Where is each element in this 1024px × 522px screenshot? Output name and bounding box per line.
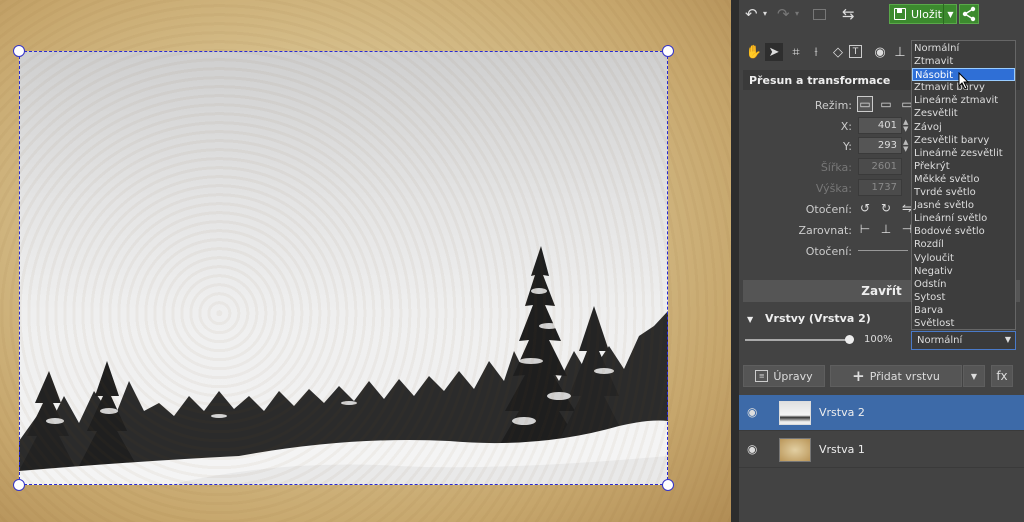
blend-menu-item[interactable]: Lineárně zesvětlit [912, 147, 1015, 160]
transform-section-title: Přesun a transformace [749, 74, 891, 87]
canvas-area[interactable] [0, 0, 731, 522]
resize-handle-bottom-right[interactable] [662, 479, 674, 491]
resize-handle-top-right[interactable] [662, 45, 674, 57]
panel-divider[interactable] [731, 0, 739, 522]
x-label: X: [840, 120, 852, 133]
blend-menu-item[interactable]: Překrýt [912, 160, 1015, 173]
image-icon[interactable] [813, 9, 826, 20]
blend-mode-value: Normální [917, 335, 963, 346]
share-button[interactable] [959, 4, 979, 24]
x-field[interactable]: 401 [858, 117, 902, 134]
selection-box[interactable] [19, 51, 668, 485]
clone-icon[interactable]: ⊥ [891, 43, 909, 61]
adjustments-button[interactable]: ≡ Úpravy [743, 365, 825, 387]
layer-name: Vrstva 2 [819, 406, 865, 419]
y-stepper-icon[interactable]: ▲ ▼ [903, 139, 908, 153]
opacity-slider[interactable] [745, 339, 853, 341]
save-dropdown-button[interactable]: ▼ [943, 4, 957, 24]
rotation-slider-label: Otočení: [805, 245, 852, 258]
fx-label: fx [996, 369, 1008, 383]
rotate-left-icon[interactable]: ↺ [857, 200, 873, 216]
flip-icon[interactable]: ⇆ [842, 7, 855, 22]
blend-menu-item[interactable]: Lineární světlo [912, 212, 1015, 225]
layer-thumbnail [779, 401, 811, 425]
redo-icon[interactable]: ↷ [777, 7, 790, 22]
eye-icon[interactable]: ◉ [871, 43, 889, 61]
opacity-value: 100% [864, 334, 893, 345]
redo-dropdown-icon[interactable]: ▾ [795, 10, 799, 18]
opacity-slider-handle[interactable] [845, 335, 854, 344]
undo-dropdown-icon[interactable]: ▾ [763, 10, 767, 18]
blend-menu-item[interactable]: Vyloučit [912, 252, 1015, 265]
add-layer-dropdown-button[interactable]: ▼ [963, 365, 985, 387]
blend-menu-item[interactable]: Světlost [912, 317, 1015, 330]
layers-title: Vrstvy (Vrstva 2) [765, 312, 871, 325]
y-label: Y: [843, 140, 852, 153]
blend-menu-item[interactable]: Tvrdé světlo [912, 186, 1015, 199]
collapse-icon: ▼ [747, 315, 754, 324]
plus-icon: + [852, 367, 865, 385]
save-icon [894, 8, 906, 20]
chevron-down-icon: ▼ [1004, 335, 1011, 344]
blend-mode-select[interactable]: Normální ▼ [911, 331, 1016, 350]
blend-menu-item[interactable]: Barva [912, 304, 1015, 317]
x-stepper-icon[interactable]: ▲ ▼ [903, 119, 908, 133]
height-field[interactable]: 1737 [858, 179, 902, 196]
layer-name: Vrstva 1 [819, 443, 865, 456]
width-field[interactable]: 2601 [858, 158, 902, 175]
blend-menu-item[interactable]: Bodové světlo [912, 225, 1015, 238]
blend-menu-item[interactable]: Lineárně ztmavit [912, 94, 1015, 107]
layer-row-vrstva-2[interactable]: ◉ Vrstva 2 [739, 395, 1024, 431]
blend-menu-item[interactable]: Zesvětlit [912, 107, 1015, 120]
save-button-label: Uložit [911, 7, 942, 21]
rotation-label: Otočení: [805, 203, 852, 216]
align-label: Zarovnat: [798, 224, 852, 237]
height-label: Výška: [815, 182, 852, 195]
blend-menu-item[interactable]: Měkké světlo [912, 173, 1015, 186]
eye-icon[interactable]: ◉ [747, 405, 761, 419]
layer-thumbnail [779, 438, 811, 462]
rotate-right-icon[interactable]: ↻ [878, 200, 894, 216]
align-center-icon[interactable]: ⊥ [878, 221, 894, 237]
blend-menu-item[interactable]: Zesvětlit barvy [912, 134, 1015, 147]
rotation-slider[interactable] [858, 250, 908, 251]
add-layer-label: Přidat vrstvu [869, 369, 940, 383]
hand-icon[interactable]: ✋ [745, 43, 763, 61]
text-icon[interactable]: T [849, 45, 862, 58]
y-field[interactable]: 293 [858, 137, 902, 154]
blend-menu-item[interactable]: Negativ [912, 265, 1015, 278]
blend-menu-item[interactable]: Ztmavit [912, 55, 1015, 68]
resize-handle-top-left[interactable] [13, 45, 25, 57]
mode-label: Režim: [814, 99, 852, 112]
crop-icon[interactable]: ⌗ [787, 43, 805, 61]
straighten-icon[interactable]: ⟊ [807, 43, 825, 61]
blend-menu-item[interactable]: Rozdíl [912, 238, 1015, 251]
perspective-icon[interactable]: ◇ [829, 43, 847, 61]
mode-option-2-icon[interactable]: ▭ [878, 96, 894, 112]
adjustments-label: Úpravy [773, 369, 813, 383]
adjustments-icon: ≡ [755, 370, 769, 382]
layers-header[interactable]: ▼ Vrstvy (Vrstva 2) [747, 312, 871, 325]
width-label: Šířka: [820, 161, 852, 174]
align-left-icon[interactable]: ⊢ [857, 221, 873, 237]
resize-handle-bottom-left[interactable] [13, 479, 25, 491]
add-layer-button[interactable]: + Přidat vrstvu [830, 365, 962, 387]
blend-menu-item[interactable]: Odstín [912, 278, 1015, 291]
undo-icon[interactable]: ↶ [745, 7, 758, 22]
mode-option-1-icon[interactable]: ▭ [857, 96, 873, 112]
layer-row-vrstva-1[interactable]: ◉ Vrstva 1 [739, 432, 1024, 468]
blend-menu-item[interactable]: Závoj [912, 121, 1015, 134]
share-icon [962, 6, 976, 22]
pointer-icon[interactable]: ➤ [765, 43, 783, 61]
blend-menu-item[interactable]: Normální [912, 42, 1015, 55]
blend-menu-item[interactable]: Jasné světlo [912, 199, 1015, 212]
close-button-label: Zavřít [861, 284, 902, 298]
eye-icon[interactable]: ◉ [747, 442, 761, 456]
blend-menu-item[interactable]: Sytost [912, 291, 1015, 304]
fx-button[interactable]: fx [991, 365, 1013, 387]
mouse-cursor-icon [958, 72, 970, 90]
